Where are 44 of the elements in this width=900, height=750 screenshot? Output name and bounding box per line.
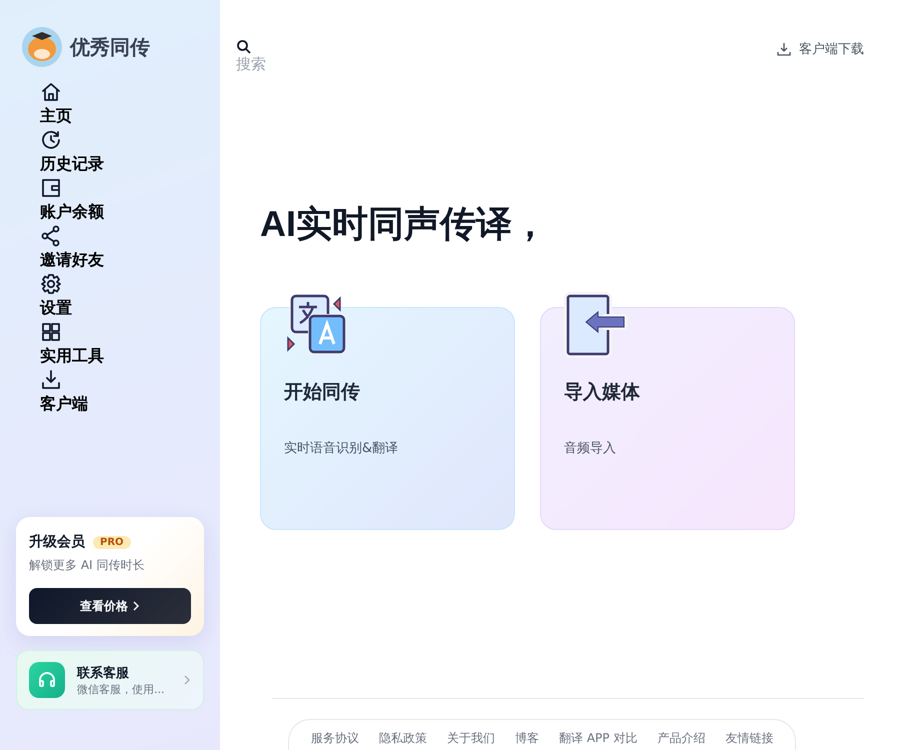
view-pricing-button[interactable]: 查看价格 bbox=[29, 588, 191, 624]
nav-item[interactable]: 账户余额 bbox=[40, 177, 204, 225]
card-subtitle: 实时语音识别&翻译 bbox=[284, 440, 400, 457]
nav-item[interactable]: 历史记录 bbox=[40, 129, 204, 177]
footer-link[interactable]: 隐私政策 bbox=[371, 728, 435, 750]
support-subtitle: 微信客服，使用... bbox=[77, 682, 166, 696]
footer-link[interactable]: 博客 bbox=[507, 728, 547, 750]
nav-item[interactable]: 设置 bbox=[40, 273, 204, 321]
share-icon bbox=[40, 225, 62, 247]
download-icon bbox=[777, 42, 791, 56]
card-title: 导入媒体 bbox=[564, 380, 641, 405]
download-icon bbox=[40, 369, 62, 391]
chevron-icon bbox=[132, 601, 140, 611]
support-card[interactable]: 联系客服 微信客服，使用... bbox=[16, 650, 204, 710]
headset-icon bbox=[29, 662, 65, 698]
footer-link[interactable]: 服务协议 bbox=[303, 728, 367, 750]
upgrade-subtitle: 解锁更多 AI 同传时长 bbox=[29, 557, 146, 574]
card-background[interactable] bbox=[540, 307, 795, 530]
home-icon bbox=[40, 81, 62, 103]
footer-link[interactable]: 翻译 APP 对比 bbox=[551, 728, 646, 750]
nav-item[interactable]: 实用工具 bbox=[40, 321, 204, 369]
brand-name: 优秀同传 bbox=[70, 34, 150, 60]
nav-item[interactable]: 主页 bbox=[40, 81, 204, 129]
chevron-icon bbox=[183, 675, 191, 685]
card-title: 开始同传 bbox=[284, 380, 361, 405]
nav-item[interactable]: 客户端 bbox=[40, 369, 204, 417]
wallet-icon bbox=[40, 177, 62, 199]
support-title: 联系客服 bbox=[77, 664, 130, 682]
footer-link[interactable]: 产品介绍 bbox=[649, 728, 714, 750]
footer-link[interactable]: 关于我们 bbox=[439, 728, 503, 750]
footer-link[interactable]: 友情链接 bbox=[717, 728, 782, 750]
settings-icon bbox=[40, 273, 62, 295]
download-link[interactable]: 客户端下载 bbox=[777, 40, 864, 58]
logo-icon bbox=[22, 27, 62, 67]
search-icon bbox=[236, 39, 252, 55]
nav-item[interactable]: 邀请好友 bbox=[40, 225, 204, 273]
card-subtitle: 音频导入 bbox=[564, 440, 617, 457]
clock-icon bbox=[40, 129, 62, 151]
headline: AI实时同声传译， bbox=[260, 202, 549, 246]
upgrade-title: 升级会员 bbox=[29, 533, 85, 551]
pro-badge: PRO bbox=[93, 536, 131, 548]
import-icon bbox=[564, 292, 630, 358]
card-background[interactable] bbox=[260, 307, 515, 530]
grid-icon bbox=[40, 321, 62, 343]
